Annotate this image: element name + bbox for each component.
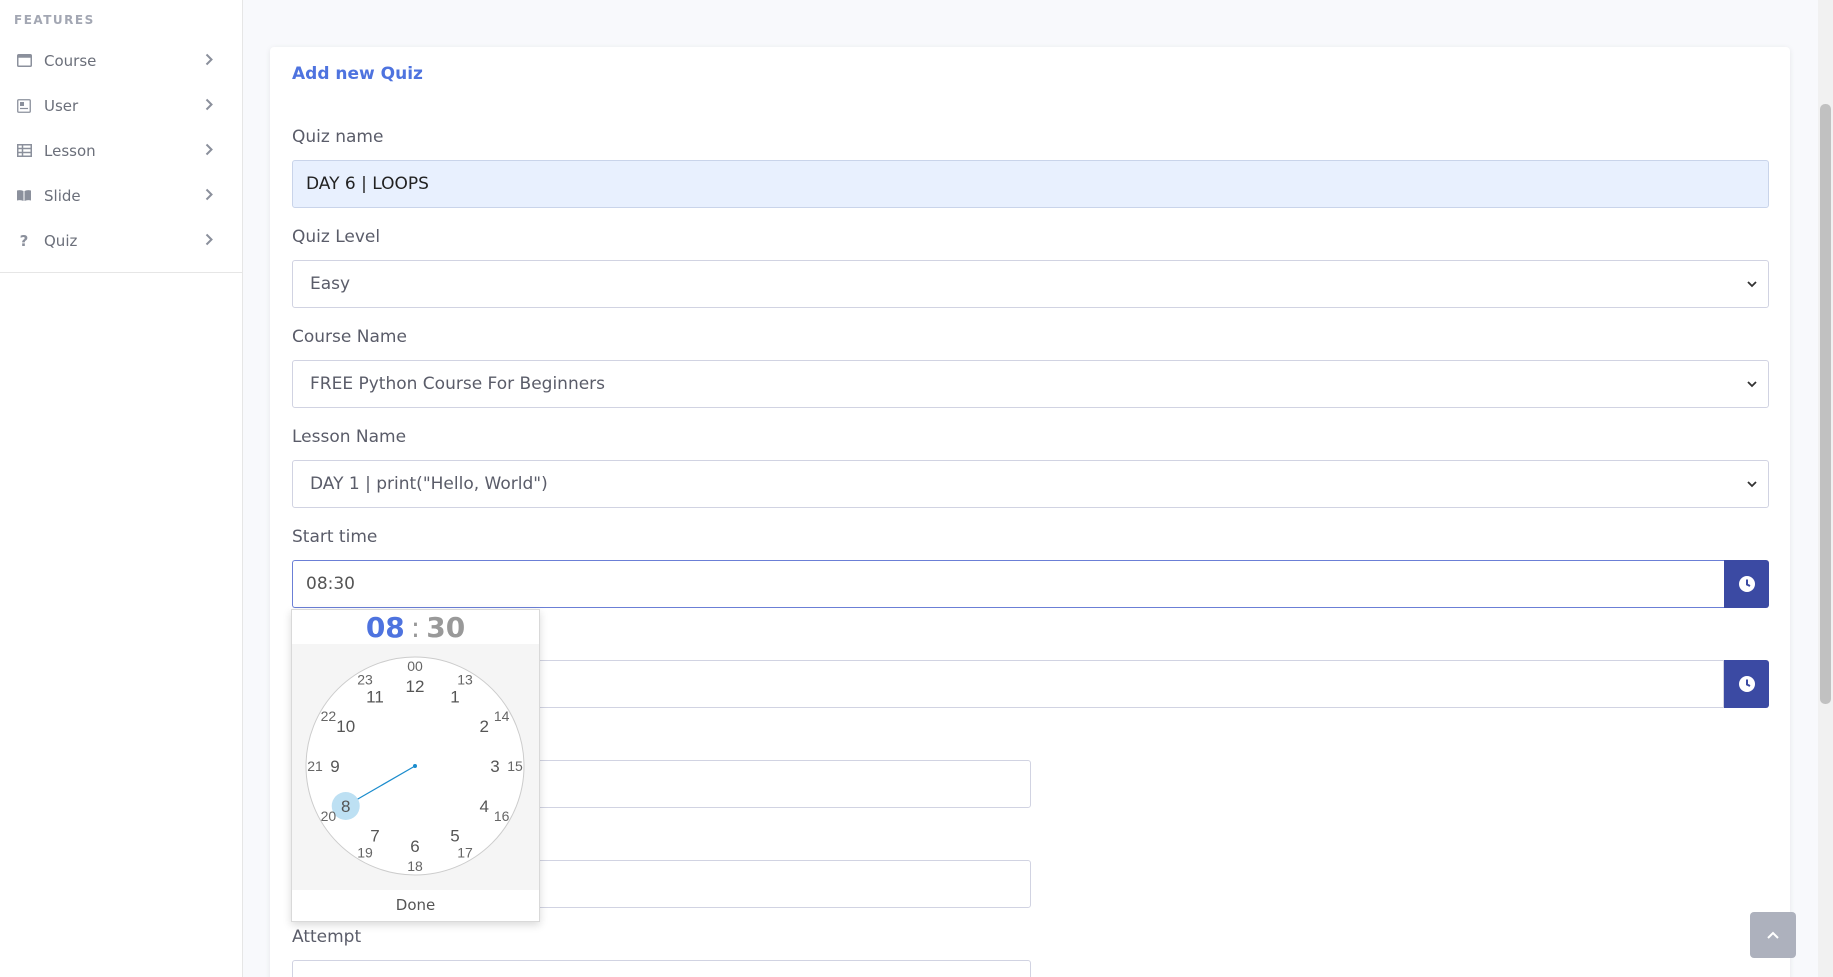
clock-hour-tick[interactable]: 18 (407, 858, 423, 874)
clock-icon (1738, 576, 1755, 592)
sidebar-item-slide[interactable]: Slide (0, 173, 243, 218)
clockpicker-plate: 12 1 2 3 4 5 6 7 8 9 10 11 00 13 14 15 16 17 18 19 20 21 22 23 (292, 644, 539, 890)
card-title: Add new Quiz (292, 64, 423, 84)
course-name-select[interactable]: FREE Python Course For Beginners (292, 360, 1769, 408)
clock-hour-tick[interactable]: 16 (494, 808, 510, 824)
clockpicker-minutes[interactable]: 30 (426, 611, 465, 644)
clockpicker-header: 08 : 30 (292, 610, 539, 644)
clock-hour-tick[interactable]: 10 (336, 717, 355, 736)
chevron-right-icon (205, 231, 219, 250)
lesson-name-select[interactable]: DAY 1 | print("Hello, World") (292, 460, 1769, 508)
attempt-input[interactable] (292, 960, 1031, 977)
clock-hour-tick[interactable]: 4 (480, 797, 489, 816)
clock-dial[interactable]: 121234567891011001314151617181920212223 (292, 644, 539, 890)
clock-hour-tick[interactable]: 22 (321, 708, 337, 724)
clock-hour-tick[interactable]: 20 (321, 808, 337, 824)
sidebar-item-user[interactable]: User (0, 83, 243, 128)
clock-hour-tick[interactable]: 13 (457, 671, 473, 687)
clock-hour-tick[interactable]: 6 (410, 837, 419, 856)
clockpicker-hours[interactable]: 08 (366, 611, 405, 644)
clock-hour-tick[interactable]: 2 (480, 717, 489, 736)
clock-hour-tick[interactable]: 7 (370, 826, 379, 845)
clock-hour-tick[interactable]: 21 (307, 758, 323, 774)
clock-icon (1738, 676, 1755, 692)
sidebar-item-label: Course (44, 51, 97, 70)
sidebar-item-label: Quiz (44, 231, 78, 250)
sidebar-item-lesson[interactable]: Lesson (0, 128, 243, 173)
clock-hour-tick[interactable]: 9 (330, 757, 339, 776)
chevron-up-icon (1767, 931, 1779, 939)
clock-hour-tick[interactable]: 11 (366, 688, 384, 707)
chevron-right-icon (205, 96, 219, 115)
start-time-value: 08:30 (306, 574, 355, 594)
course-name-value: FREE Python Course For Beginners (310, 374, 606, 394)
clockpicker-done-button[interactable]: Done (292, 889, 539, 921)
sidebar: FEATURES Course User Lesson Slide ? Quiz (0, 0, 243, 977)
clock-hour-tick[interactable]: 15 (507, 758, 523, 774)
quiz-level-select[interactable]: Easy (292, 260, 1769, 308)
sidebar-item-label: Lesson (44, 141, 96, 160)
book-icon (16, 188, 32, 204)
chevron-right-icon (205, 186, 219, 205)
sidebar-heading: FEATURES (14, 13, 95, 27)
start-time-input[interactable]: 08:30 (292, 560, 1724, 608)
clock-hour-tick[interactable]: 5 (450, 826, 459, 845)
sidebar-item-label: Slide (44, 186, 81, 205)
clock-hour-tick[interactable]: 14 (494, 708, 510, 724)
window-icon (16, 53, 32, 69)
quiz-level-value: Easy (310, 274, 351, 294)
lesson-name-value: DAY 1 | print("Hello, World") (310, 474, 548, 494)
clock-hour-tick[interactable]: 19 (357, 845, 373, 861)
id-card-icon (16, 98, 32, 114)
quiz-level-label: Quiz Level (292, 227, 381, 247)
clockpicker-separator: : (410, 610, 421, 644)
clock-hour-tick[interactable]: 17 (457, 845, 473, 861)
clock-hour-tick[interactable]: 1 (450, 688, 459, 707)
question-icon: ? (19, 231, 29, 250)
clock-hour-tick[interactable]: 12 (406, 677, 425, 696)
chevron-down-icon (1747, 281, 1757, 288)
sidebar-item-label: User (44, 96, 79, 115)
chevron-right-icon (205, 141, 219, 160)
quiz-name-value: DAY 6 | LOOPS (306, 174, 429, 194)
scrollbar-track[interactable] (1818, 0, 1833, 977)
clock-hour-tick[interactable]: 8 (341, 797, 350, 816)
table-icon (16, 143, 32, 159)
sidebar-divider (0, 272, 243, 273)
end-time-clock-button[interactable] (1724, 660, 1769, 708)
clock-hour-tick[interactable]: 00 (407, 658, 423, 674)
clock-hour-tick[interactable]: 23 (357, 671, 373, 687)
course-name-label: Course Name (292, 327, 407, 347)
quiz-name-input[interactable]: DAY 6 | LOOPS (292, 160, 1769, 208)
scrollbar-thumb[interactable] (1820, 104, 1831, 704)
sidebar-item-course[interactable]: Course (0, 38, 243, 83)
chevron-down-icon (1747, 381, 1757, 388)
attempt-label: Attempt (292, 927, 362, 947)
chevron-right-icon (205, 51, 219, 70)
start-time-label: Start time (292, 527, 378, 547)
clock-center (413, 764, 417, 768)
sidebar-item-quiz[interactable]: ? Quiz (0, 218, 243, 263)
start-time-clock-button[interactable] (1724, 560, 1769, 608)
quiz-name-label: Quiz name (292, 127, 384, 147)
clockpicker-popup: 08 : 30 12 1 2 3 4 5 6 7 8 9 10 11 00 13 14 15 16 17 18 19 2… (291, 609, 540, 922)
scroll-to-top-button[interactable] (1750, 912, 1796, 958)
clock-hour-tick[interactable]: 3 (490, 757, 499, 776)
chevron-down-icon (1747, 481, 1757, 488)
lesson-name-label: Lesson Name (292, 427, 407, 447)
